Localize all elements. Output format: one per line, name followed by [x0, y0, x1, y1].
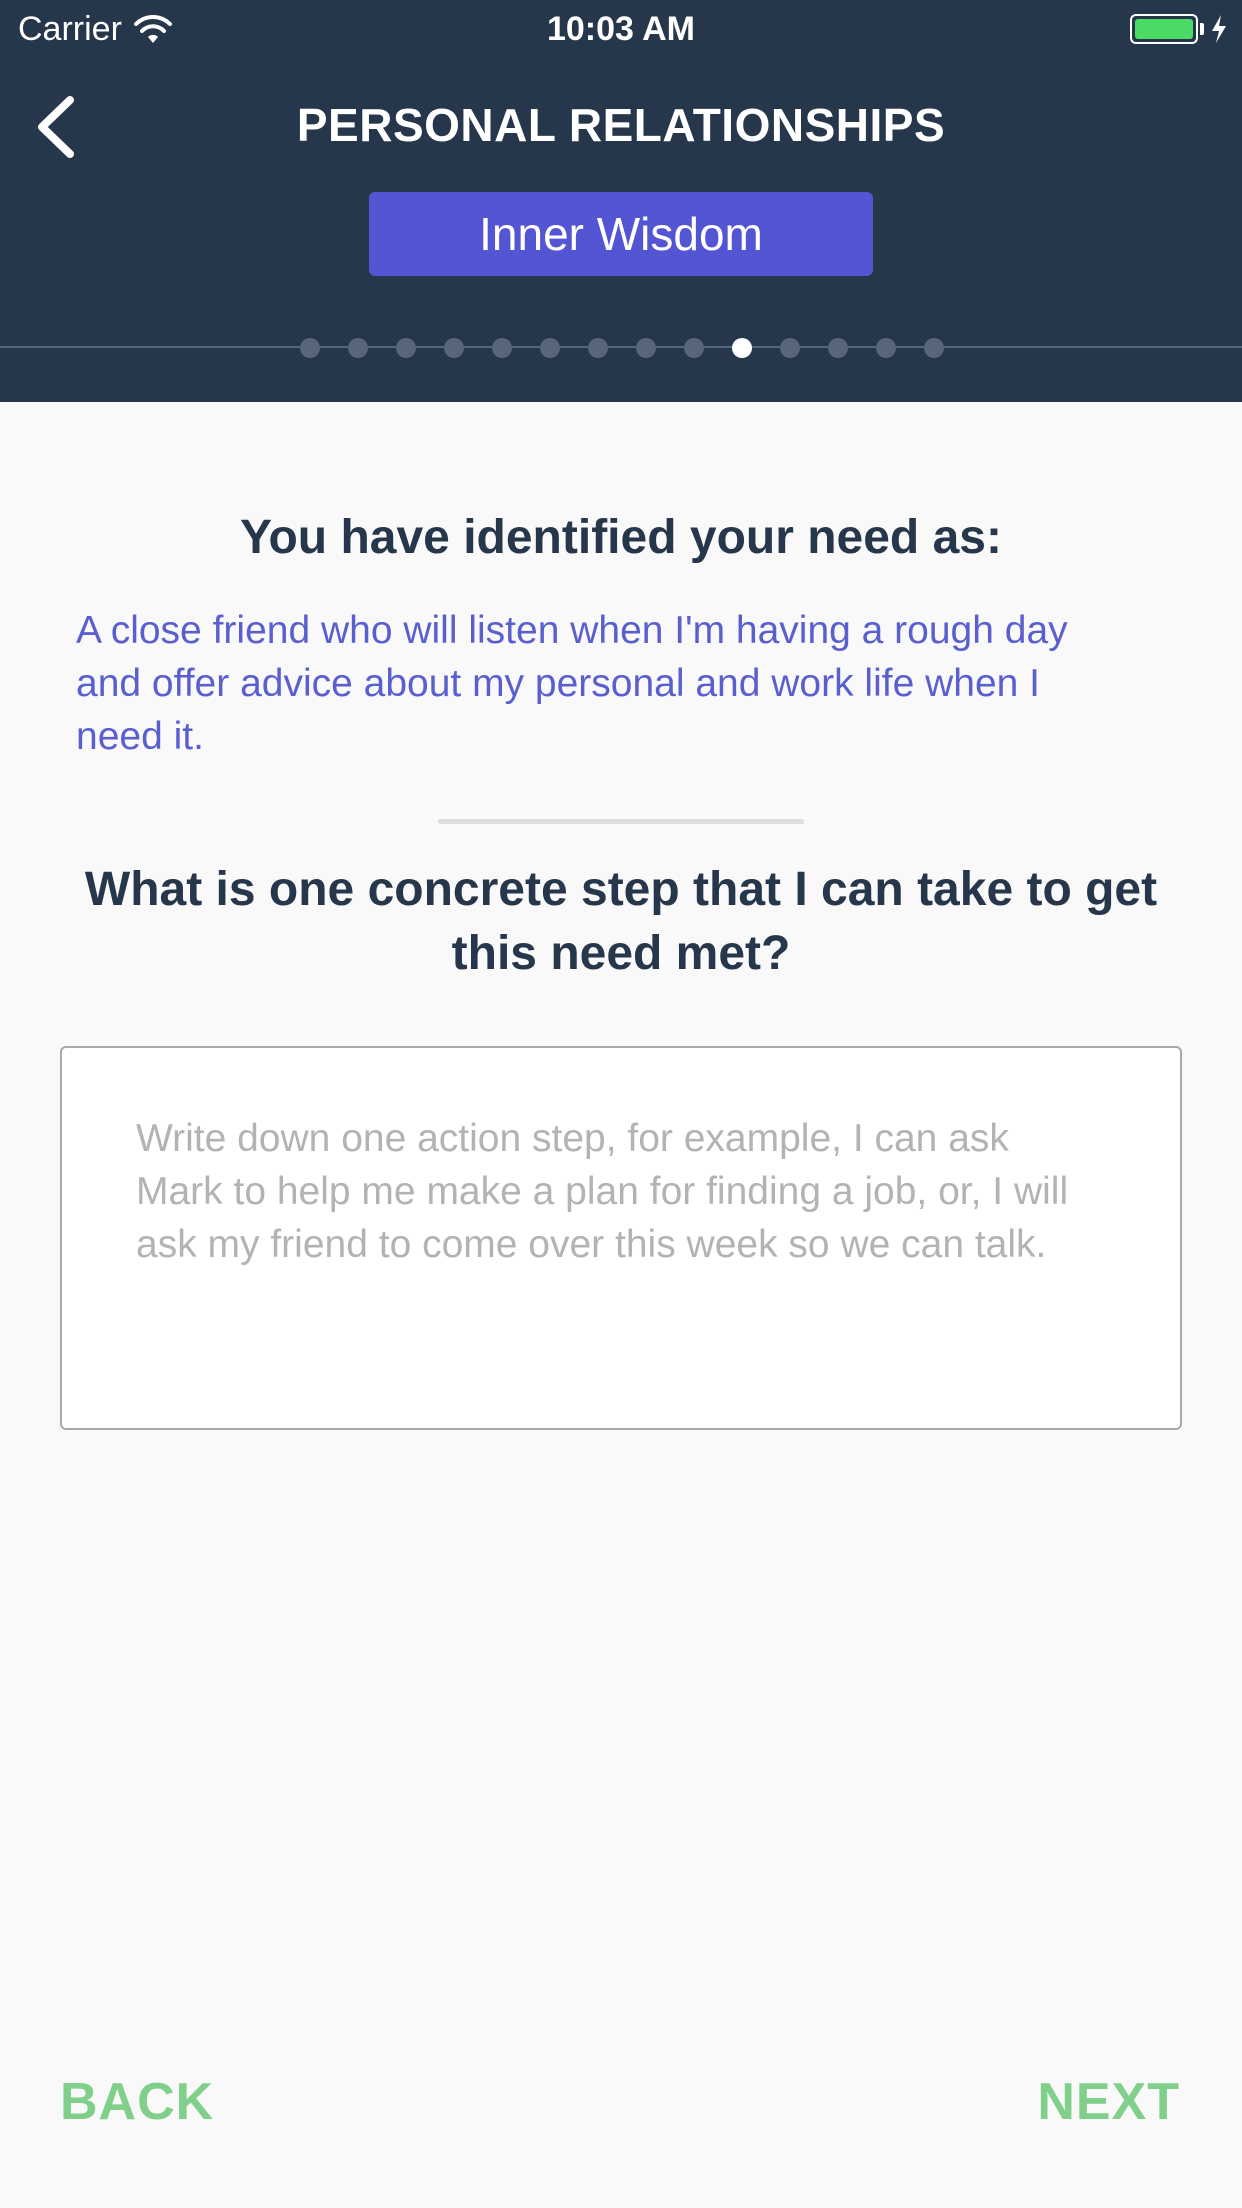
category-badge: Inner Wisdom: [369, 192, 873, 276]
question-heading: What is one concrete step that I can tak…: [84, 863, 1158, 980]
action-step-input[interactable]: [60, 1046, 1182, 1430]
status-time: 10:03 AM: [546, 10, 696, 48]
battery-nub: [1200, 23, 1204, 35]
progress-dot: [924, 338, 944, 358]
progress-dot: [876, 338, 896, 358]
page-title: PERSONAL RELATIONSHIPS: [296, 99, 946, 151]
progress-dot-current: [732, 338, 752, 358]
progress-dot: [348, 338, 368, 358]
next-button[interactable]: NEXT: [1037, 2072, 1180, 2132]
status-bar: Carrier 10:03 AM: [0, 0, 1242, 62]
progress-dot: [636, 338, 656, 358]
header-bar: Carrier 10:03 AM PERSONAL RELATIONSHIPS …: [0, 0, 1242, 402]
progress-dot: [780, 338, 800, 358]
back-button[interactable]: BACK: [60, 2072, 214, 2132]
need-heading: You have identified your need as:: [240, 511, 1002, 564]
progress-dot: [684, 338, 704, 358]
section-divider: [438, 819, 804, 824]
progress-dot: [828, 338, 848, 358]
progress-dot: [588, 338, 608, 358]
battery-level: [1135, 19, 1193, 39]
progress-dot: [492, 338, 512, 358]
bolt-icon: [1212, 15, 1226, 43]
progress-dot: [540, 338, 560, 358]
progress-dot: [396, 338, 416, 358]
battery-group: [1130, 14, 1228, 44]
progress-dot: [444, 338, 464, 358]
battery-icon: [1130, 14, 1198, 44]
need-text: A close friend who will listen when I'm …: [76, 609, 1068, 758]
progress-indicator: [0, 337, 1242, 359]
progress-dot: [300, 338, 320, 358]
